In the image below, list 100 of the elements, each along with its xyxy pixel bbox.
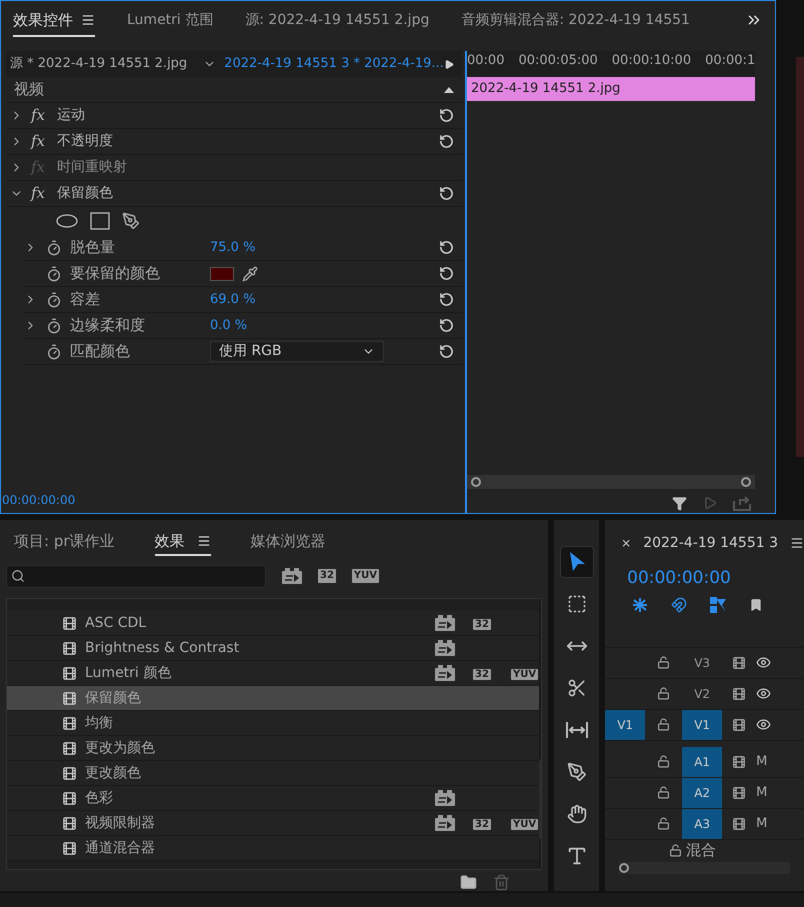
effect-icon	[62, 666, 77, 680]
track-target[interactable]: A3	[682, 808, 722, 838]
reset-icon[interactable]	[439, 134, 454, 149]
effect-list-item[interactable]: 均衡	[7, 711, 539, 736]
track-target[interactable]: A1	[682, 746, 722, 776]
lock-icon[interactable]	[657, 786, 670, 799]
timecode[interactable]: 00:00:00:00	[2, 491, 462, 509]
timeline-timecode[interactable]: 00:00:00:00	[605, 566, 804, 592]
effect-name: 运动	[57, 106, 85, 125]
parameter-value[interactable]: 75.0 %	[210, 238, 256, 258]
time-ruler[interactable]: 00:00 00:00:05:00 00:00:10:00 00:00:1	[467, 51, 756, 77]
razor-icon	[566, 678, 587, 698]
ellipse-mask-icon[interactable]	[56, 214, 78, 228]
bit32-badge: 32	[318, 569, 336, 583]
reset-icon[interactable]	[439, 108, 454, 123]
accelerated-badge-icon	[435, 665, 455, 681]
lock-icon[interactable]	[657, 656, 670, 669]
panel-tab[interactable]: 效果	[154, 530, 211, 556]
effect-name: 更改为颜色	[85, 738, 156, 758]
play-triangle-icon[interactable]	[444, 58, 454, 70]
effect-name: 通道混合器	[85, 838, 156, 858]
lock-icon[interactable]	[657, 718, 670, 731]
marker-icon[interactable]	[749, 598, 764, 612]
tool-button[interactable]	[560, 546, 594, 578]
stopwatch-icon[interactable]	[46, 292, 62, 308]
parameter-value[interactable]: 0.0 %	[210, 316, 248, 336]
effect-list-item[interactable]: 通道混合器	[7, 836, 539, 861]
pen-mask-icon[interactable]	[122, 212, 140, 230]
source-patch[interactable]: V1	[605, 710, 646, 740]
track-target[interactable]: V2	[682, 678, 722, 708]
panel-tab[interactable]: 项目: pr课作业	[14, 530, 115, 556]
effect-name: 保留颜色	[85, 688, 142, 708]
sequence-clip-label[interactable]: 2022-4-19 14551 3 * 2022-4-19...	[224, 54, 444, 74]
lock-icon[interactable]	[657, 755, 670, 768]
lock-icon[interactable]	[657, 687, 670, 700]
eye-icon[interactable]	[756, 717, 772, 732]
search-field[interactable]	[6, 564, 266, 588]
stopwatch-icon[interactable]	[46, 240, 62, 256]
stopwatch-icon[interactable]	[46, 318, 62, 334]
mute-toggle[interactable]: M	[756, 752, 768, 772]
lock-icon[interactable]	[657, 817, 670, 830]
effect-list-item[interactable]: 视频限制器 32 YUV	[7, 811, 539, 836]
mute-toggle[interactable]: M	[756, 814, 768, 834]
track-target[interactable]: A2	[682, 778, 722, 808]
fx-toggle[interactable]: fx	[31, 186, 49, 201]
linked-selection-icon[interactable]	[709, 596, 728, 614]
panel-menu-icon[interactable]	[196, 534, 211, 548]
panel-tab[interactable]: 媒体浏览器	[250, 530, 326, 556]
reset-icon[interactable]	[439, 266, 454, 281]
panel-tab[interactable]: 源: 2022-4-19 14551 2.jpg	[245, 10, 430, 37]
eye-icon[interactable]	[756, 686, 772, 701]
stopwatch-icon[interactable]	[46, 266, 62, 282]
panel-tab[interactable]: 效果控件	[13, 8, 95, 37]
accelerated-badge-icon	[435, 815, 455, 831]
effect-list-item[interactable]: ASC CDL 32	[7, 611, 539, 636]
eye-icon[interactable]	[756, 655, 772, 670]
snap-nested-icon[interactable]	[631, 596, 650, 612]
match-color-dropdown[interactable]: 使用 RGB	[210, 341, 384, 362]
collapse-triangle-icon[interactable]	[444, 86, 454, 92]
close-icon[interactable]: ×	[621, 534, 632, 552]
effect-list-item[interactable]: 色彩	[7, 786, 539, 811]
effect-icon	[62, 616, 77, 630]
panel-menu-icon[interactable]	[790, 536, 804, 550]
fx-toggle[interactable]: fx	[31, 134, 49, 149]
effect-list-item[interactable]: 更改颜色	[7, 761, 539, 786]
effect-list-item[interactable]: Lumetri 颜色 32 YUV	[7, 661, 539, 686]
track-target[interactable]: V1	[682, 710, 722, 740]
panel-menu-icon[interactable]	[81, 12, 95, 27]
folder-icon[interactable]	[460, 874, 477, 891]
reset-icon[interactable]	[439, 292, 454, 307]
panel-tab[interactable]: 音频剪辑混合器: 2022-4-19 14551	[461, 10, 690, 37]
timeline-scrollbar[interactable]	[619, 862, 790, 874]
rectangle-mask-icon[interactable]	[90, 212, 110, 230]
effect-icon	[62, 716, 77, 730]
yuv-badge: YUV	[511, 818, 538, 830]
eyedropper-icon[interactable]	[242, 266, 258, 282]
magnet-icon[interactable]	[671, 596, 688, 612]
reset-icon[interactable]	[439, 186, 454, 201]
effect-list-item[interactable]: Brightness & Contrast	[7, 636, 539, 661]
source-clip-label[interactable]: 源 * 2022-4-19 14551 2.jpg	[6, 54, 192, 74]
panel-tab[interactable]: Lumetri 范围	[127, 10, 214, 37]
lock-icon[interactable]	[669, 844, 682, 857]
sequence-title[interactable]: 2022-4-19 14551 3	[643, 532, 778, 554]
color-swatch[interactable]	[210, 266, 234, 280]
reset-icon[interactable]	[439, 240, 454, 255]
filter-icon[interactable]	[672, 496, 688, 510]
stopwatch-icon[interactable]	[46, 344, 62, 360]
mute-toggle[interactable]: M	[756, 782, 768, 802]
parameter-name: 脱色量	[70, 237, 116, 258]
reset-icon[interactable]	[439, 344, 454, 359]
track-target[interactable]: V3	[682, 648, 722, 678]
fx-toggle[interactable]: fx	[31, 108, 49, 123]
effect-list-item[interactable]: 保留颜色	[7, 686, 539, 711]
clip-bar[interactable]: 2022-4-19 14551 2.jpg	[467, 77, 756, 101]
effect-list-item[interactable]: 更改为颜色	[7, 736, 539, 761]
reset-icon[interactable]	[439, 318, 454, 333]
effect-name: 更改颜色	[85, 764, 142, 782]
zoom-scrollbar[interactable]	[467, 475, 756, 489]
parameter-value[interactable]: 69.0 %	[210, 290, 256, 310]
ruler-time: 00:00:05:00	[518, 52, 598, 70]
